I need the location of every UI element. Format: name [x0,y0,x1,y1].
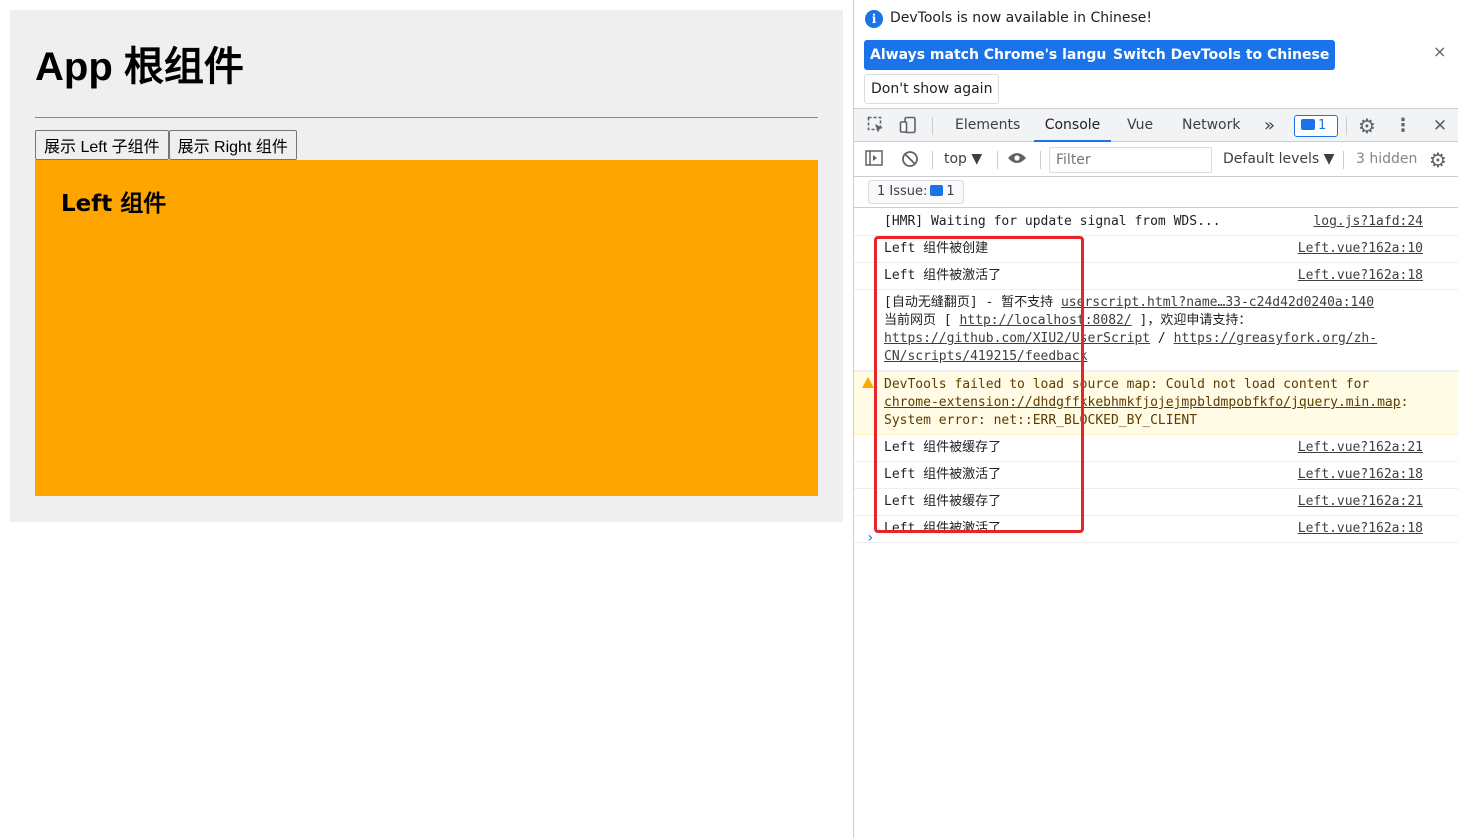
console-source-link[interactable]: Left.vue?162a:10 [1298,240,1423,258]
tab-vue[interactable]: Vue [1127,109,1153,142]
toolbar-divider [1040,151,1041,169]
toolbar-divider [1343,151,1344,169]
console-row: Left 组件被创建 Left.vue?162a:10 [854,236,1458,263]
console-source-link[interactable]: log.js?1afd:24 [1313,213,1423,231]
console-source-link[interactable]: Left.vue?162a:18 [1298,466,1423,484]
dont-show-again-button[interactable]: Don't show again [864,74,1000,104]
tab-console[interactable]: Console [1034,109,1111,142]
tab-elements[interactable]: Elements [955,109,1020,142]
console-source-link[interactable]: userscript.html?name…33-c24d42d0240a:140 [1061,295,1374,310]
always-match-language-button[interactable]: Always match Chrome's language [864,40,1142,70]
close-icon[interactable]: × [1433,42,1446,61]
app-title: App 根组件 [35,45,244,89]
clear-console-icon[interactable] [900,150,920,170]
console-prompt[interactable]: › [866,530,874,546]
message-icon [930,185,944,196]
show-right-button[interactable]: 展示 Right 组件 [168,130,297,160]
autopager-line2: 当前网页 [ [884,313,960,328]
console-warning-message: DevTools failed to load source map: Coul… [884,376,1458,430]
gear-icon[interactable]: ⚙ [1357,116,1377,136]
kebab-menu-icon[interactable]: ⋮ [1393,116,1413,136]
devtools-tabbar: Elements Console Vue Network » 1 ⚙ ⋮ ✕ [854,108,1458,142]
infobar-message: DevTools is now available in Chinese! [890,10,1152,26]
console-row: Left 组件被缓存了 Left.vue?162a:21 [854,489,1458,516]
language-infobar: i DevTools is now available in Chinese! … [854,0,1458,108]
inspect-element-icon[interactable] [866,116,886,136]
github-link[interactable]: https://github.com/XIU2/UserScript [884,331,1150,346]
localhost-link[interactable]: http://localhost:8082/ [959,313,1131,328]
warning-prefix: DevTools failed to load source map: Coul… [884,377,1378,392]
warning-icon [862,377,874,388]
console-warning-row: DevTools failed to load source map: Coul… [854,371,1458,435]
app-root: App 根组件 展示 Left 子组件 展示 Right 组件 Left 组件 [10,10,843,522]
console-row: Left 组件被激活了 Left.vue?162a:18 [854,516,1458,543]
console-source-link[interactable]: Left.vue?162a:18 [1298,267,1423,285]
toolbar-divider [1346,117,1347,135]
issues-bar: 1 Issue: 1 [854,177,1458,208]
context-selector[interactable]: top ▼ [944,151,982,167]
hidden-count: 3 hidden [1356,151,1418,167]
console-row: [自动无缝翻页] - 暂不支持 userscript.html?name…33-… [854,290,1458,371]
devtools-panel: i DevTools is now available in Chinese! … [853,0,1458,838]
switch-to-chinese-button[interactable]: Switch DevTools to Chinese [1107,40,1336,70]
divider [35,117,818,118]
console-source-link[interactable]: Left.vue?162a:21 [1298,439,1423,457]
console-source-link[interactable]: Left.vue?162a:21 [1298,493,1423,511]
console-source-link[interactable]: Left.vue?162a:18 [1298,520,1423,538]
more-tabs-icon[interactable]: » [1264,109,1275,142]
console-row: Left 组件被激活了 Left.vue?162a:18 [854,462,1458,489]
link-separator: / [1150,331,1174,346]
tab-network[interactable]: Network [1182,109,1240,142]
console-row: [HMR] Waiting for update signal from WDS… [854,209,1458,236]
button-row: 展示 Left 子组件 展示 Right 组件 [35,130,297,160]
console-settings-gear-icon[interactable]: ⚙ [1428,150,1448,170]
log-levels-dropdown[interactable]: Default levels ▼ [1223,151,1334,167]
autopager-prefix: [自动无缝翻页] - 暂不支持 [884,295,1054,310]
screen: App 根组件 展示 Left 子组件 展示 Right 组件 Left 组件 … [0,0,1458,838]
sidebar-toggle-icon[interactable] [864,150,884,170]
console-row: Left 组件被缓存了 Left.vue?162a:21 [854,435,1458,462]
issues-button[interactable]: 1 Issue: 1 [868,180,964,204]
console-row: Left 组件被激活了 Left.vue?162a:18 [854,263,1458,290]
page-viewport: App 根组件 展示 Left 子组件 展示 Right 组件 Left 组件 [0,0,853,838]
message-icon [1301,119,1315,130]
toolbar-divider [932,117,933,135]
issues-count: 1 [1318,118,1327,133]
issues-bar-count: 1 [946,184,955,199]
show-left-button[interactable]: 展示 Left 子组件 [35,130,169,160]
filter-input[interactable] [1049,147,1212,173]
left-component: Left 组件 [35,160,818,496]
close-devtools-icon[interactable]: ✕ [1430,116,1450,136]
left-component-title: Left 组件 [61,191,167,217]
console-message: [自动无缝翻页] - 暂不支持 userscript.html?name…33-… [884,294,1458,366]
console-messages: [HMR] Waiting for update signal from WDS… [854,209,1458,543]
eye-icon[interactable] [1007,150,1027,170]
autopager-mid: ]，欢迎申请支持： [1131,313,1252,328]
issues-counter-badge[interactable]: 1 [1294,115,1338,137]
toolbar-divider [932,151,933,169]
console-filterbar: top ▼ Default levels ▼ 3 hidden ⚙ [854,143,1458,177]
issues-label: 1 Issue: [877,184,928,199]
device-toolbar-icon[interactable] [898,116,918,136]
source-map-link[interactable]: chrome-extension://dhdgffkkebhmkfjojejmp… [884,395,1401,410]
info-icon: i [865,10,883,28]
toolbar-divider [997,151,998,169]
